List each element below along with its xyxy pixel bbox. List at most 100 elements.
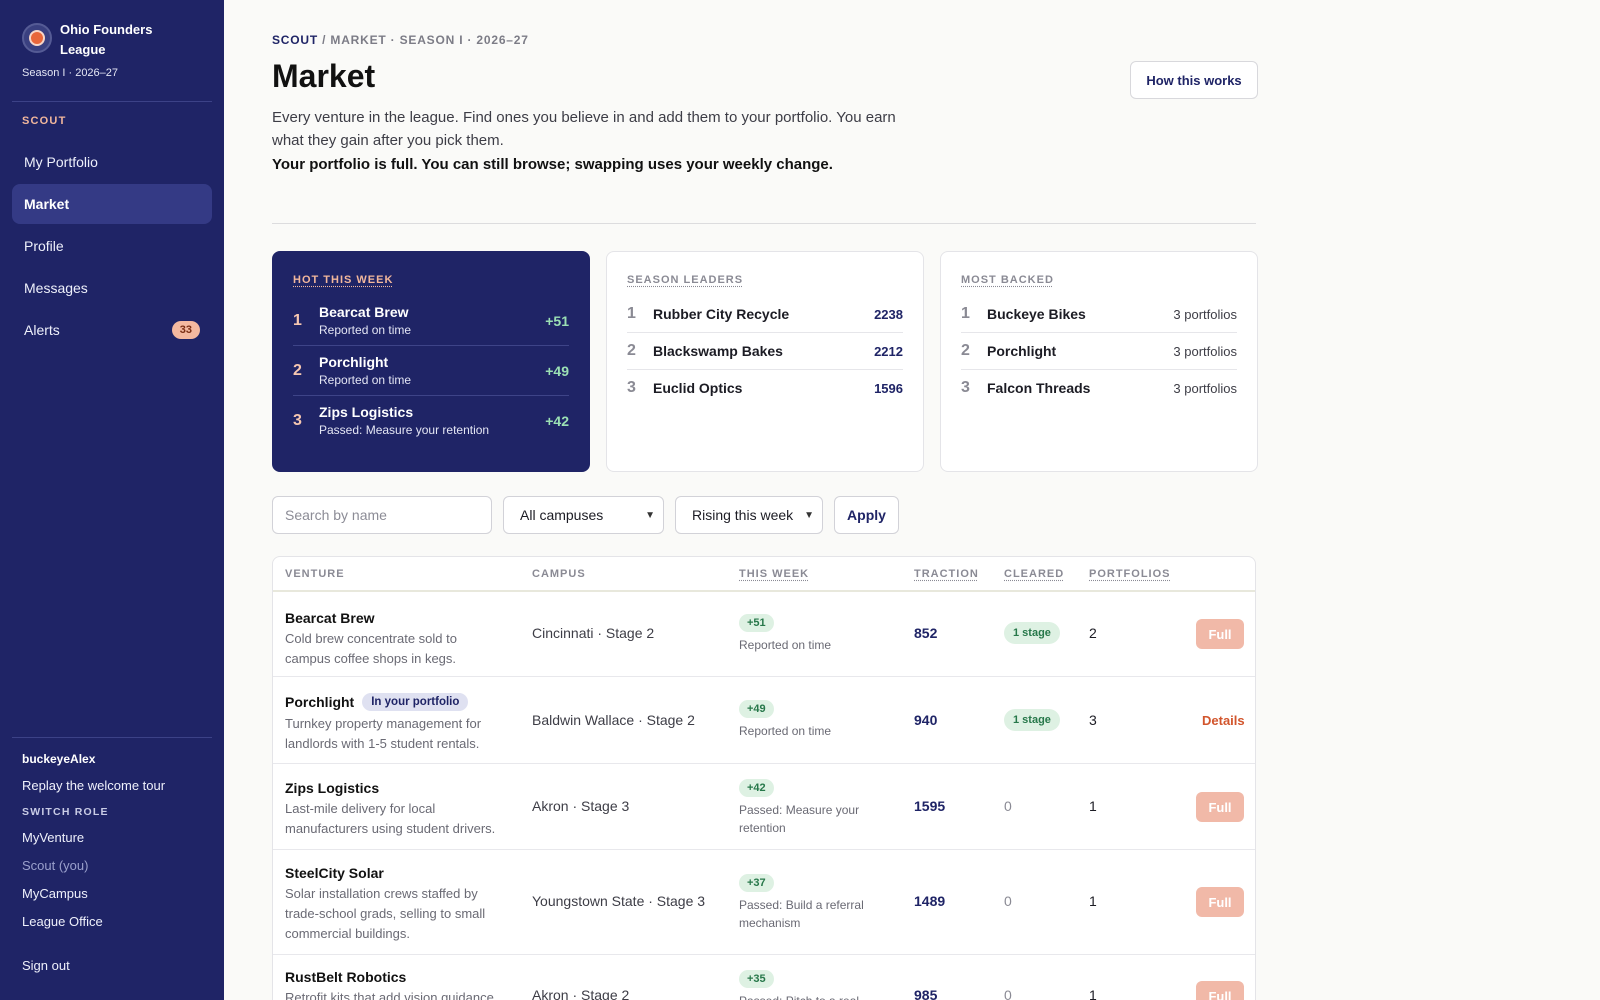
week-reason: Passed: Measure your retention [739, 803, 860, 835]
cleared-value: 0 [1004, 987, 1012, 1000]
full-button[interactable]: Full [1196, 887, 1244, 917]
switch-role-label: SWITCH ROLE [22, 806, 109, 818]
venture-name[interactable]: Porchlight [285, 694, 354, 710]
league-logo-icon [22, 23, 52, 53]
campus-stage: Akron · Stage 3 [532, 798, 630, 814]
venture-name: Porchlight [319, 354, 389, 370]
traction-value: 1489 [914, 893, 946, 909]
hot-row[interactable]: 1 Bearcat Brew Reported on time +51 [293, 296, 569, 346]
venture-description: Solar installation crews staffed by trad… [285, 886, 486, 941]
table-row[interactable]: Porchlight In your portfolio Turnkey prope… [273, 677, 1255, 764]
traction-value: 1596 [874, 380, 903, 396]
campus-stage: Akron · Stage 2 [532, 987, 630, 1000]
brand[interactable]: Ohio Founders League [22, 20, 180, 60]
rank: 3 [627, 379, 636, 396]
traction-value: 2212 [874, 343, 903, 359]
leader-row[interactable]: 3 Euclid Optics 1596 [627, 370, 903, 406]
campus-stage: Cincinnati · Stage 2 [532, 625, 655, 641]
table-header: VENTURE CAMPUS THIS WEEK TRACTION CLEARE… [273, 557, 1255, 592]
season-label: Season I · 2026–27 [22, 67, 119, 79]
search-input[interactable]: Search by name [272, 496, 492, 534]
sidebar-divider [12, 101, 212, 102]
venture-description: Cold brew concentrate sold to campus cof… [285, 631, 457, 666]
full-button[interactable]: Full [1196, 619, 1244, 649]
sign-out-link[interactable]: Sign out [22, 958, 70, 973]
venture-name[interactable]: Zips Logistics [285, 780, 505, 796]
role-myventure-link[interactable]: MyVenture [22, 830, 212, 845]
apply-button[interactable]: Apply [834, 496, 899, 534]
card-title: MOST BACKED [961, 274, 1054, 286]
venture-name[interactable]: Bearcat Brew [285, 610, 505, 626]
week-reason: Passed: Build a referral mechanism [739, 898, 864, 930]
table-row[interactable]: RustBelt Robotics Retrofit kits that add … [273, 955, 1255, 1000]
traction-value: 1595 [914, 798, 946, 814]
backed-row[interactable]: 3 Falcon Threads 3 portfolios [961, 370, 1237, 406]
backed-row[interactable]: 1 Buckeye Bikes 3 portfolios [961, 296, 1237, 333]
breadcrumb-trail: / MARKET · SEASON I · 2026–27 [318, 33, 529, 47]
backed-row[interactable]: 2 Porchlight 3 portfolios [961, 333, 1237, 370]
venture-name: Bearcat Brew [319, 304, 409, 320]
full-button[interactable]: Full [1196, 792, 1244, 822]
portfolio-count: 1 [1089, 798, 1097, 814]
col-portfolios[interactable]: PORTFOLIOS [1089, 568, 1171, 580]
portfolio-full-note: Your portfolio is full. You can still br… [272, 156, 833, 173]
portfolio-count: 3 [1089, 712, 1097, 728]
leader-row[interactable]: 2 Blackswamp Bakes 2212 [627, 333, 903, 370]
traction-value: 2238 [874, 306, 903, 322]
delta: +49 [545, 362, 569, 379]
sidebar-item-my-portfolio[interactable]: My Portfolio [12, 142, 212, 182]
role-mycampus-link[interactable]: MyCampus [22, 886, 212, 901]
venture-name[interactable]: SteelCity Solar [285, 865, 505, 881]
col-this-week[interactable]: THIS WEEK [739, 568, 809, 580]
rank: 3 [293, 411, 302, 429]
leader-row[interactable]: 1 Rubber City Recycle 2238 [627, 296, 903, 333]
table-row[interactable]: SteelCity Solar Solar installation crews … [273, 850, 1255, 955]
sidebar-item-label: Alerts [24, 322, 60, 338]
chevron-down-icon: ▼ [804, 509, 814, 521]
table-row[interactable]: Bearcat Brew Cold brew concentrate sold t… [273, 592, 1255, 677]
section-divider [272, 223, 1256, 224]
portfolio-count: 1 [1089, 893, 1097, 909]
sort-select[interactable]: Rising this week ▼ [675, 496, 823, 534]
portfolio-count: 3 portfolios [1173, 343, 1237, 359]
sidebar-item-messages[interactable]: Messages [12, 268, 212, 308]
campus-select[interactable]: All campuses ▼ [503, 496, 664, 534]
venture-name: Buckeye Bikes [987, 306, 1086, 322]
col-venture[interactable]: VENTURE [285, 568, 345, 580]
sidebar-item-label: My Portfolio [24, 154, 98, 170]
breadcrumb-root[interactable]: SCOUT [272, 33, 318, 47]
col-traction[interactable]: TRACTION [914, 568, 979, 580]
in-portfolio-badge: In your portfolio [362, 693, 469, 711]
rank: 3 [961, 379, 970, 396]
rank: 2 [961, 342, 970, 359]
col-cleared[interactable]: CLEARED [1004, 568, 1064, 580]
details-link[interactable]: Details [1202, 713, 1245, 728]
hot-row[interactable]: 2 Porchlight Reported on time +49 [293, 346, 569, 396]
week-delta-pill: +42 [739, 779, 774, 797]
role-league-office-link[interactable]: League Office [22, 914, 212, 929]
sidebar-item-alerts[interactable]: Alerts 33 [12, 310, 212, 350]
col-campus[interactable]: CAMPUS [532, 568, 586, 580]
page-intro: Every venture in the league. Find ones y… [272, 109, 896, 149]
full-button[interactable]: Full [1196, 981, 1244, 1000]
sidebar-item-profile[interactable]: Profile [12, 226, 212, 266]
hot-row[interactable]: 3 Zips Logistics Passed: Measure your ret… [293, 396, 569, 445]
nav-section-label: SCOUT [22, 115, 67, 127]
replay-tour-link[interactable]: Replay the welcome tour [22, 778, 212, 793]
most-backed-card: MOST BACKED 1 Buckeye Bikes 3 portfolios 2… [940, 251, 1258, 472]
table-row[interactable]: Zips Logistics Last-mile delivery for loc… [273, 764, 1255, 850]
sidebar-item-market[interactable]: Market [12, 184, 212, 224]
how-this-works-button[interactable]: How this works [1130, 61, 1258, 99]
card-title: HOT THIS WEEK [293, 274, 394, 286]
traction-value: 940 [914, 712, 938, 728]
venture-name: Euclid Optics [653, 380, 743, 396]
chevron-down-icon: ▼ [645, 509, 655, 521]
ventures-table: VENTURE CAMPUS THIS WEEK TRACTION CLEARE… [272, 556, 1256, 1000]
page-title: Market [272, 58, 376, 94]
venture-description: Last-mile delivery for local manufacture… [285, 801, 496, 836]
sort-select-value: Rising this week [692, 507, 794, 523]
venture-name[interactable]: RustBelt Robotics [285, 969, 525, 985]
rank: 1 [293, 311, 302, 329]
username: buckeyeAlex [22, 752, 96, 766]
portfolio-count: 3 portfolios [1173, 306, 1237, 322]
